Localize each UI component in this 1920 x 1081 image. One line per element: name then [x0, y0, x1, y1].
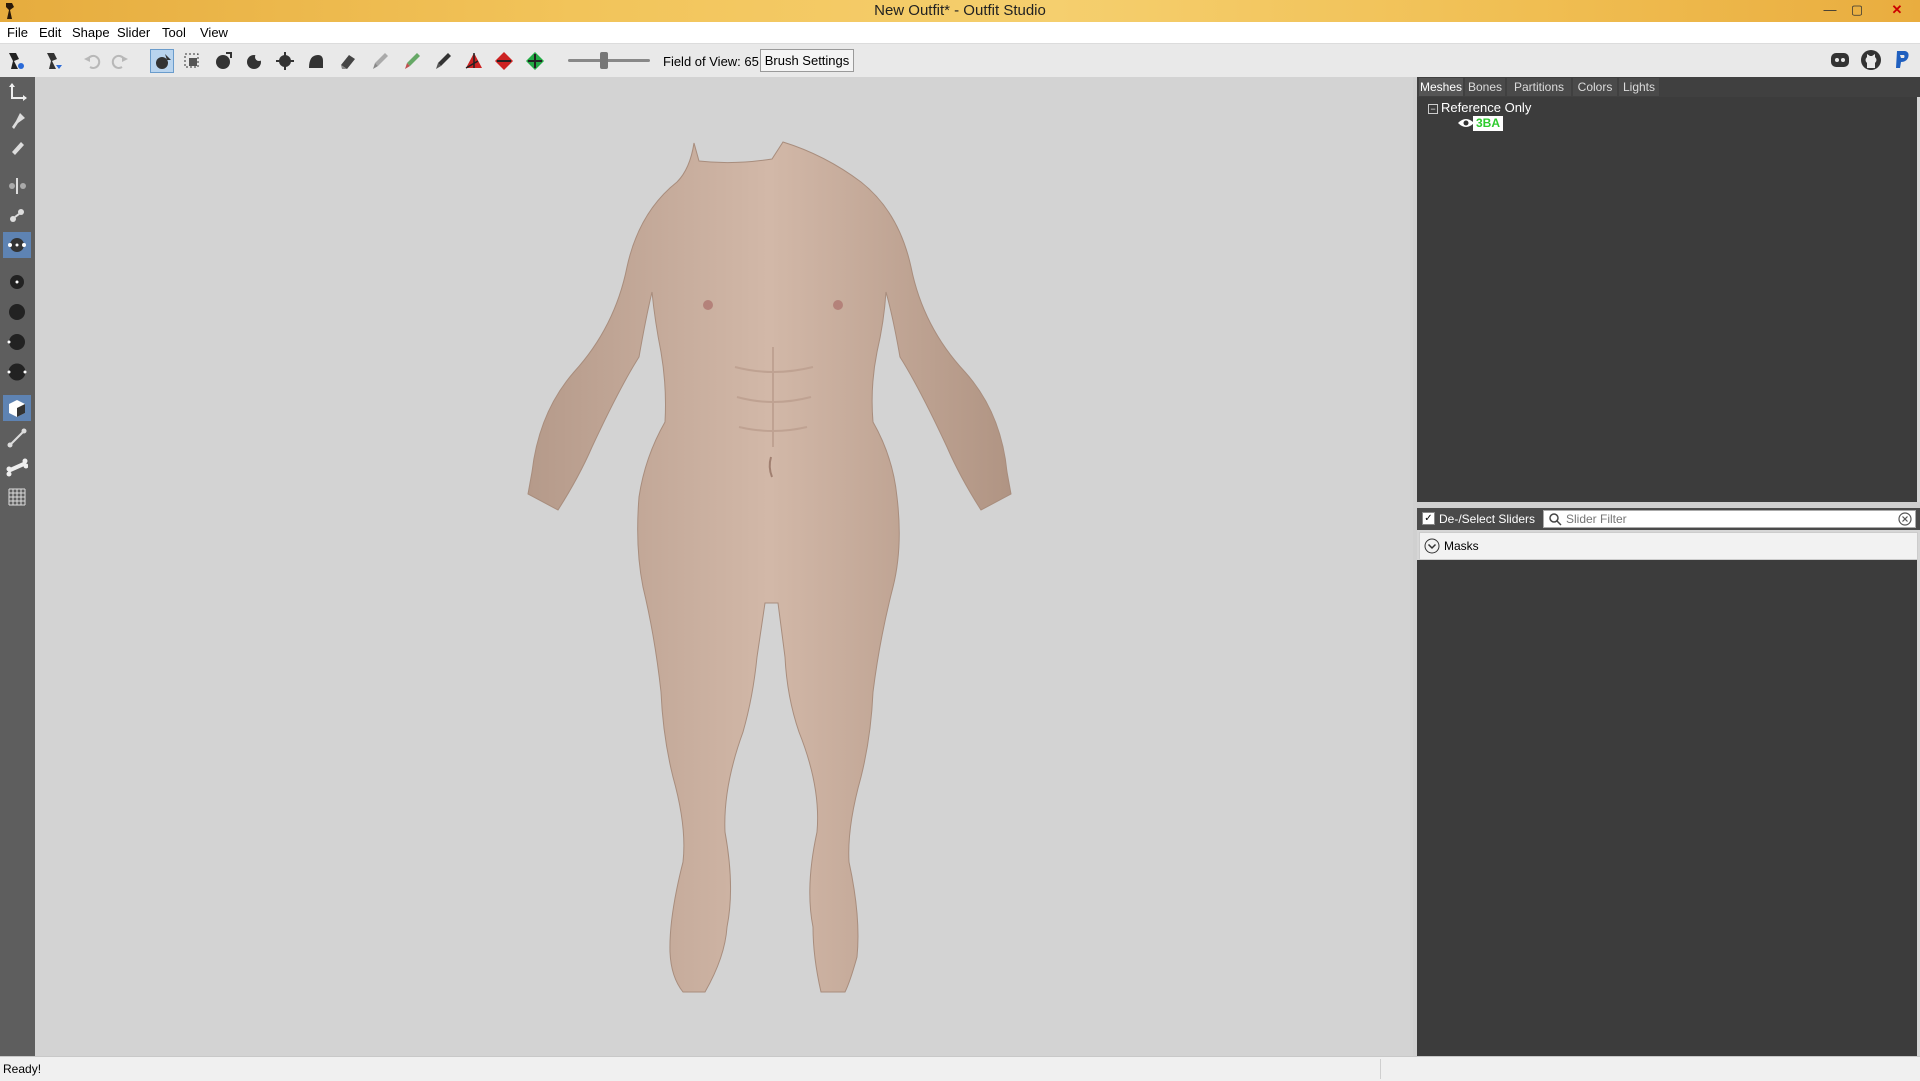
brush-size-medium-icon[interactable] — [3, 299, 31, 325]
tab-colors[interactable]: Colors — [1573, 78, 1617, 96]
brush-settings-button[interactable]: Brush Settings — [760, 49, 854, 72]
3d-viewport[interactable] — [35, 77, 1413, 1056]
alpha-brush-icon[interactable] — [431, 49, 455, 73]
brush-size-xlarge-icon[interactable] — [3, 359, 31, 385]
mesh-tree: − Reference Only 3BA — [1417, 97, 1917, 502]
flip-edge-icon[interactable] — [492, 49, 516, 73]
mirror-y-icon[interactable] — [3, 203, 31, 229]
fov-slider-thumb[interactable] — [600, 52, 608, 69]
menu-file[interactable]: File — [7, 25, 28, 40]
menu-bar: File Edit Shape Slider Tool View — [0, 22, 1920, 44]
title-bar: New Outfit* - Outfit Studio — ▢ ✕ — [0, 0, 1920, 22]
save-project-icon[interactable] — [42, 49, 66, 73]
fov-slider-track[interactable] — [568, 59, 650, 62]
tree-collapse-toggle[interactable]: − — [1428, 104, 1438, 114]
deselect-sliders-checkbox[interactable]: ✓ De-/Select Sliders — [1422, 512, 1535, 528]
menu-slider[interactable]: Slider — [117, 25, 150, 40]
tree-root-reference-only[interactable]: Reference Only — [1441, 100, 1531, 115]
brush-size-small-icon[interactable] — [3, 269, 31, 295]
right-panel: Meshes Bones Partitions Colors Lights − … — [1417, 77, 1920, 1056]
fov-label: Field of View: 65 — [663, 54, 759, 69]
split-edge-icon[interactable] — [523, 49, 547, 73]
mesh-item[interactable]: 3BA — [1473, 116, 1504, 131]
transform-icon[interactable] — [3, 79, 31, 105]
left-toolbar — [0, 77, 35, 1056]
collapse-vertex-icon[interactable] — [462, 49, 486, 73]
menu-shape[interactable]: Shape — [72, 25, 110, 40]
wireframe-grid-icon[interactable] — [3, 484, 31, 510]
main-toolbar: Field of View: 65 Brush Settings — [0, 44, 1920, 78]
tab-partitions[interactable]: Partitions — [1507, 78, 1571, 96]
status-text: Ready! — [3, 1062, 42, 1076]
body-mesh-render — [527, 141, 1012, 993]
mirror-x-icon[interactable] — [3, 173, 31, 199]
minimize-button[interactable]: — — [1818, 1, 1842, 18]
pivot-icon[interactable] — [3, 108, 31, 134]
slider-list — [1417, 560, 1917, 1056]
tab-bones[interactable]: Bones — [1465, 78, 1505, 96]
masks-section[interactable]: Masks — [1419, 532, 1918, 560]
vertex-select-icon[interactable] — [3, 135, 31, 161]
bone-icon[interactable] — [3, 425, 31, 451]
smooth-brush-icon[interactable] — [304, 49, 328, 73]
chevron-down-icon[interactable] — [1424, 538, 1440, 554]
color-brush-icon[interactable] — [400, 49, 424, 73]
panel-tabs: Meshes Bones Partitions Colors Lights — [1417, 77, 1920, 97]
menu-tool[interactable]: Tool — [162, 25, 186, 40]
mask-select-icon[interactable] — [180, 49, 204, 73]
window-title: New Outfit* - Outfit Studio — [874, 2, 1046, 19]
deflate-brush-icon[interactable] — [242, 49, 266, 73]
search-icon — [1548, 512, 1562, 526]
github-icon[interactable] — [1859, 48, 1883, 72]
mask-brush-icon[interactable] — [336, 49, 360, 73]
redo-icon[interactable] — [108, 49, 132, 73]
select-brush-icon[interactable] — [150, 49, 174, 73]
load-project-icon[interactable] — [4, 49, 28, 73]
paypal-icon[interactable] — [1890, 48, 1914, 72]
menu-view[interactable]: View — [200, 25, 228, 40]
tab-meshes[interactable]: Meshes — [1419, 78, 1463, 96]
brush-size-large-icon[interactable] — [3, 329, 31, 355]
inflate-brush-icon[interactable] — [211, 49, 235, 73]
menu-edit[interactable]: Edit — [39, 25, 61, 40]
discord-icon[interactable] — [1828, 48, 1852, 72]
close-button[interactable]: ✕ — [1880, 1, 1914, 18]
maximize-button[interactable]: ▢ — [1845, 1, 1869, 18]
slider-filter-input[interactable] — [1566, 511, 1886, 527]
deselect-sliders-label: De-/Select Sliders — [1439, 512, 1536, 526]
status-separator — [1380, 1059, 1381, 1079]
checkbox-checked-icon: ✓ — [1422, 512, 1435, 526]
undo-icon[interactable] — [80, 49, 104, 73]
bone-flip-icon[interactable] — [3, 454, 31, 480]
masks-label: Masks — [1444, 539, 1479, 553]
move-brush-icon[interactable] — [273, 49, 297, 73]
mirror-z-icon[interactable] — [3, 232, 31, 258]
slider-header-bar: ✓ De-/Select Sliders — [1417, 508, 1920, 530]
tab-lights[interactable]: Lights — [1619, 78, 1659, 96]
status-bar: Ready! — [0, 1056, 1920, 1081]
xray-cube-icon[interactable] — [3, 395, 31, 421]
slider-filter-box — [1543, 510, 1916, 528]
clear-filter-icon[interactable] — [1898, 512, 1912, 526]
weight-brush-icon[interactable] — [368, 49, 392, 73]
